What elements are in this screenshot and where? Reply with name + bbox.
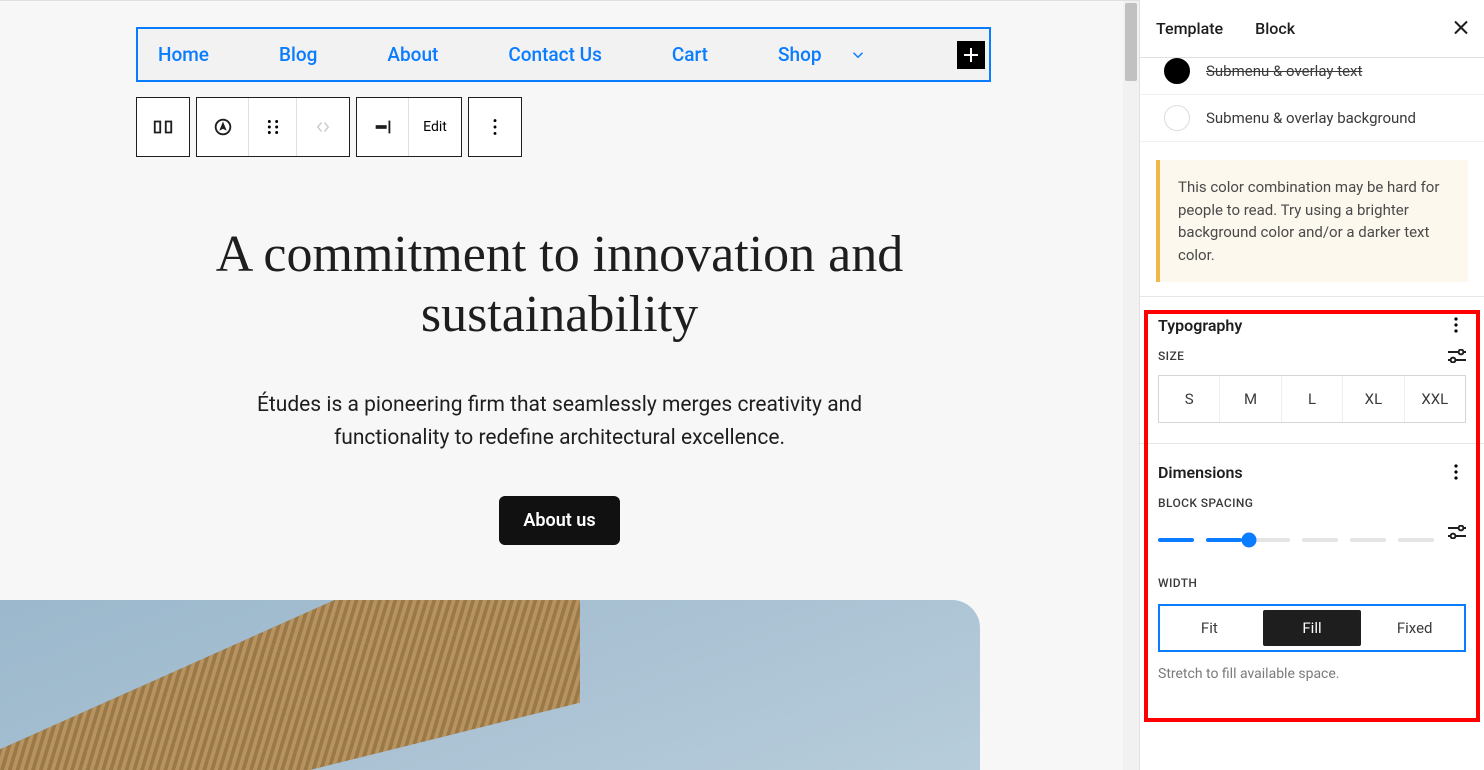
- spacing-label: Block Spacing: [1158, 496, 1253, 510]
- justify-button[interactable]: [357, 98, 409, 156]
- block-spacing-slider[interactable]: [1158, 530, 1434, 550]
- nav-item-about[interactable]: About: [387, 43, 438, 66]
- nav-item-cart[interactable]: Cart: [672, 43, 708, 66]
- nav-item-contact[interactable]: Contact Us: [508, 43, 602, 66]
- nav-item-home[interactable]: Home: [158, 43, 209, 66]
- color-row-overlay-text[interactable]: Submenu & overlay text: [1140, 58, 1484, 95]
- tab-template[interactable]: Template: [1156, 19, 1223, 38]
- drag-handle[interactable]: [249, 98, 297, 156]
- nav-item-shop[interactable]: Shop: [778, 43, 864, 66]
- about-us-button[interactable]: About us: [499, 496, 619, 545]
- width-fixed[interactable]: Fixed: [1365, 606, 1464, 650]
- hero-heading: A commitment to innovation and sustainab…: [195, 225, 925, 345]
- hero-paragraph: Études is a pioneering firm that seamles…: [220, 389, 900, 456]
- add-block-button[interactable]: [957, 41, 985, 69]
- vertical-dots-icon: [1454, 464, 1458, 480]
- color-row-overlay-bg[interactable]: Submenu & overlay background: [1140, 95, 1484, 142]
- more-options-button[interactable]: [469, 98, 521, 156]
- width-fit[interactable]: Fit: [1160, 606, 1259, 650]
- dimensions-title: Dimensions: [1158, 463, 1243, 482]
- tab-block[interactable]: Block: [1255, 19, 1295, 38]
- width-label: Width: [1158, 576, 1197, 590]
- close-icon: [1454, 20, 1468, 34]
- width-helper-text: Stretch to fill available space.: [1140, 658, 1484, 682]
- typography-more-button[interactable]: [1446, 315, 1466, 335]
- size-label: Size: [1158, 349, 1184, 363]
- width-segment[interactable]: Fit Fill Fixed: [1158, 604, 1466, 652]
- justify-right-icon: [372, 116, 394, 138]
- overlay-text-label: Submenu & overlay text: [1206, 62, 1362, 80]
- nav-item-shop-label: Shop: [778, 43, 822, 66]
- dimensions-more-button[interactable]: [1446, 462, 1466, 482]
- navigation-icon: [212, 116, 234, 138]
- size-xl[interactable]: XL: [1343, 376, 1404, 422]
- size-xxl[interactable]: XXL: [1405, 376, 1465, 422]
- container-icon: [152, 116, 174, 138]
- swatch-overlay-text: [1164, 58, 1190, 84]
- typography-panel: Typography Size S M L XL XXL: [1140, 297, 1484, 429]
- vertical-dots-icon: [484, 116, 506, 138]
- canvas-scrollbar[interactable]: [1123, 1, 1139, 770]
- width-fill[interactable]: Fill: [1263, 610, 1362, 646]
- contrast-warning: This color combination may be hard for p…: [1156, 160, 1468, 282]
- swatch-overlay-bg: [1164, 105, 1190, 131]
- plus-icon: [963, 47, 979, 63]
- drag-icon: [262, 116, 284, 138]
- dimensions-panel: Dimensions Block Spacing: [1140, 444, 1484, 658]
- navigation-block[interactable]: Home Blog About Contact Us Cart Shop: [136, 27, 991, 82]
- select-parent-button[interactable]: [137, 98, 189, 156]
- nav-item-blog[interactable]: Blog: [279, 43, 317, 66]
- overlay-bg-label: Submenu & overlay background: [1206, 109, 1416, 127]
- size-l[interactable]: L: [1282, 376, 1343, 422]
- close-sidebar-button[interactable]: [1454, 18, 1468, 39]
- canvas-scrollbar-thumb[interactable]: [1125, 3, 1137, 81]
- hero-section: A commitment to innovation and sustainab…: [0, 225, 1119, 545]
- hero-image: [0, 600, 980, 770]
- size-segment[interactable]: S M L XL XXL: [1158, 375, 1466, 423]
- size-s[interactable]: S: [1159, 376, 1220, 422]
- block-toolbar: Edit: [136, 97, 522, 157]
- navigation-icon-button[interactable]: [197, 98, 249, 156]
- move-arrows[interactable]: [297, 98, 349, 156]
- chevron-down-icon: [852, 49, 864, 61]
- sliders-icon[interactable]: [1448, 525, 1466, 539]
- sliders-icon[interactable]: [1448, 349, 1466, 363]
- size-m[interactable]: M: [1220, 376, 1281, 422]
- slider-thumb[interactable]: [1242, 533, 1257, 548]
- chevrons-icon: [314, 118, 332, 136]
- vertical-dots-icon: [1454, 317, 1458, 333]
- typography-title: Typography: [1158, 316, 1242, 335]
- edit-button[interactable]: Edit: [409, 98, 461, 156]
- settings-sidebar: Template Block Submenu & overlay text Su…: [1139, 0, 1484, 770]
- editor-canvas: Home Blog About Contact Us Cart Shop: [0, 0, 1139, 770]
